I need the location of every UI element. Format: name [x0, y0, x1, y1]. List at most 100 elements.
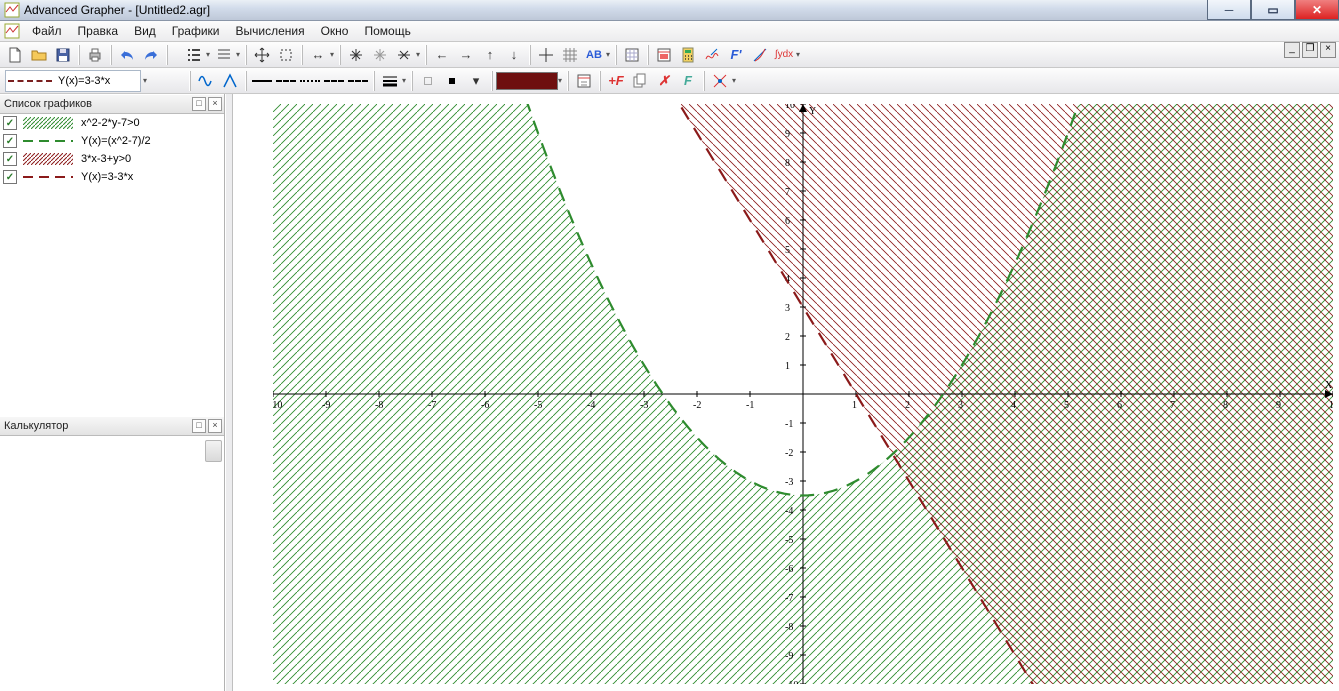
intersect-drop[interactable]: ▾	[730, 70, 738, 92]
current-function-display[interactable]: Y(x)=3-3*x	[5, 70, 141, 92]
graph-item-label: x^2-2*y-7>0	[81, 117, 140, 129]
graph-list-item[interactable]: ✓Y(x)=3-3*x	[0, 168, 224, 186]
add-function-icon[interactable]: +F	[605, 70, 627, 92]
table-icon[interactable]	[621, 44, 643, 66]
arrow-down-icon[interactable]: ↓	[503, 44, 525, 66]
graph-area[interactable]: XY-10-9-8-7-6-5-4-3-2-112345678910-10-9-…	[233, 94, 1339, 691]
point-style-drop[interactable]: ▾	[465, 70, 487, 92]
line-style-dashdot[interactable]	[323, 70, 345, 92]
new-file-icon[interactable]	[4, 44, 26, 66]
svg-text:1: 1	[785, 361, 790, 372]
redo-icon[interactable]	[140, 44, 162, 66]
calculator-panel[interactable]	[0, 436, 224, 691]
graph-item-label: Y(x)=(x^2-7)/2	[81, 135, 151, 147]
window-maximize-button[interactable]: ▭	[1251, 0, 1295, 20]
menu-help[interactable]: Помощь	[356, 22, 418, 40]
panel-graphlist-close[interactable]: ×	[208, 97, 222, 111]
plot-canvas[interactable]: XY-10-9-8-7-6-5-4-3-2-112345678910-10-9-…	[273, 104, 1333, 684]
graph-checkbox[interactable]: ✓	[3, 134, 17, 148]
calculator-icon[interactable]	[677, 44, 699, 66]
dup-function-icon[interactable]	[629, 70, 651, 92]
color-picker[interactable]	[496, 72, 558, 90]
svg-text:9: 9	[1276, 400, 1281, 411]
point-style-square[interactable]	[441, 70, 463, 92]
svg-text:4: 4	[1011, 400, 1016, 411]
text-label-drop[interactable]: ▾	[604, 44, 612, 66]
print-icon[interactable]	[84, 44, 106, 66]
line-style-dashdot2[interactable]	[347, 70, 369, 92]
splitter[interactable]	[225, 94, 233, 691]
integral-drop[interactable]: ▾	[794, 44, 802, 66]
point-style-none[interactable]	[417, 70, 439, 92]
zoom-area-icon[interactable]	[275, 44, 297, 66]
open-file-icon[interactable]	[28, 44, 50, 66]
intersect-icon[interactable]	[709, 70, 731, 92]
window-minimize-button[interactable]: ─	[1207, 0, 1251, 20]
panel-calc-dock[interactable]: □	[192, 419, 206, 433]
graph-list-item[interactable]: ✓ x^2-2*y-7>0	[0, 114, 224, 132]
svg-text:-9: -9	[322, 400, 330, 411]
save-file-icon[interactable]	[52, 44, 74, 66]
grid-lines-icon[interactable]	[213, 44, 235, 66]
graph-list-item[interactable]: ✓ Y(x)=(x^2-7)/2	[0, 132, 224, 150]
color-picker-drop[interactable]: ▾	[556, 70, 564, 92]
move-icon[interactable]	[251, 44, 273, 66]
mdi-restore[interactable]: ❐	[1302, 42, 1318, 58]
menu-window[interactable]: Окно	[313, 22, 357, 40]
list-view-drop[interactable]: ▾	[204, 44, 212, 66]
menu-view[interactable]: Вид	[126, 22, 164, 40]
settings-icon[interactable]	[653, 44, 675, 66]
graph-checkbox[interactable]: ✓	[3, 170, 17, 184]
mdi-controls: _ ❐ ×	[1284, 42, 1336, 58]
zoom-in-icon[interactable]	[345, 44, 367, 66]
menu-calc[interactable]: Вычисления	[227, 22, 312, 40]
graph-checkbox[interactable]: ✓	[3, 152, 17, 166]
line-style-dash[interactable]	[275, 70, 297, 92]
arrow-up-icon[interactable]: ↑	[479, 44, 501, 66]
mdi-close[interactable]: ×	[1320, 42, 1336, 58]
line-width-drop[interactable]: ▾	[400, 70, 408, 92]
zoom-out-icon[interactable]	[369, 44, 391, 66]
svg-text:7: 7	[1170, 400, 1175, 411]
menu-graphs[interactable]: Графики	[164, 22, 228, 40]
edit-function-icon[interactable]: F	[677, 70, 699, 92]
graph-checkbox[interactable]: ✓	[3, 116, 17, 130]
fit-width-icon[interactable]: ↔	[307, 44, 329, 66]
line-width-picker[interactable]	[379, 70, 401, 92]
arrow-left-icon[interactable]: ←	[431, 44, 453, 66]
svg-text:-7: -7	[785, 593, 793, 604]
menu-edit[interactable]: Правка	[70, 22, 127, 40]
grid-toggle-icon[interactable]	[559, 44, 581, 66]
axes-toggle-icon[interactable]	[535, 44, 557, 66]
mdi-min[interactable]: _	[1284, 42, 1300, 58]
panel-graphlist-dock[interactable]: □	[192, 97, 206, 111]
menu-file[interactable]: Файл	[24, 22, 70, 40]
tangent-icon[interactable]	[749, 44, 771, 66]
integral-icon[interactable]: ∫ydx	[773, 44, 795, 66]
properties-icon[interactable]	[573, 70, 595, 92]
menubar: Файл Правка Вид Графики Вычисления Окно …	[0, 21, 1339, 42]
trace-icon[interactable]	[701, 44, 723, 66]
arrow-right-icon[interactable]: →	[455, 44, 477, 66]
list-view-icon[interactable]	[183, 44, 205, 66]
graph-list[interactable]: ✓ x^2-2*y-7>0 ✓ Y(x)=(x^2-7)/2 ✓3*x-3+y>0✓Y(…	[0, 114, 224, 416]
calc-scrollbar[interactable]	[205, 440, 222, 462]
autoscale-icon[interactable]	[393, 44, 415, 66]
hatch-sample-icon	[23, 153, 73, 165]
undo-icon[interactable]	[116, 44, 138, 66]
grid-lines-drop[interactable]: ▾	[234, 44, 242, 66]
text-label-icon[interactable]: AB	[583, 44, 605, 66]
graph-list-item[interactable]: ✓3*x-3+y>0	[0, 150, 224, 168]
line-style-dot[interactable]	[299, 70, 321, 92]
autoscale-drop[interactable]: ▾	[414, 44, 422, 66]
del-function-icon[interactable]: ✗	[653, 70, 675, 92]
panel-calc-close[interactable]: ×	[208, 419, 222, 433]
line-style-solid[interactable]	[251, 70, 273, 92]
abs-wave-icon[interactable]	[219, 70, 241, 92]
svg-text:5: 5	[1064, 400, 1069, 411]
derivative-icon[interactable]: F'	[725, 44, 747, 66]
wave-icon[interactable]	[195, 70, 217, 92]
window-close-button[interactable]: ✕	[1295, 0, 1339, 20]
fit-width-drop[interactable]: ▾	[328, 44, 336, 66]
current-function-drop[interactable]: ▾	[141, 70, 149, 92]
